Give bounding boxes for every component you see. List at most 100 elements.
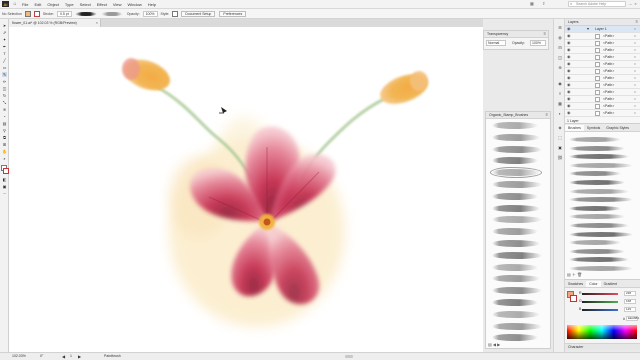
visibility-eye-icon[interactable]: ◉	[567, 82, 571, 88]
brush-sample[interactable]	[492, 157, 538, 165]
brush-sample[interactable]	[492, 299, 538, 306]
horizontal-scrollbar-thumb[interactable]	[345, 355, 353, 358]
brush-swatch[interactable]	[569, 231, 633, 237]
screen-mode-icon[interactable]: ▣	[2, 184, 7, 189]
eyedropper-icon[interactable]: ⚲	[2, 128, 7, 133]
close-window-button[interactable]: ×	[633, 1, 638, 7]
brush-swatch[interactable]	[569, 180, 625, 185]
layer-target-icon[interactable]: ○	[634, 75, 636, 81]
visibility-eye-icon[interactable]: ◉	[567, 110, 571, 116]
layer-target-icon[interactable]: ○	[634, 110, 636, 116]
delete-brush-icon[interactable]: 🗑	[577, 272, 582, 277]
libraries-icon[interactable]: ◍	[557, 35, 563, 41]
brush-sample[interactable]	[492, 287, 542, 295]
transparency-panel-icon[interactable]: ◐	[557, 111, 563, 117]
tab-color[interactable]: Color	[586, 281, 601, 287]
layer-target-icon[interactable]: ○	[634, 54, 636, 60]
channel-slider[interactable]	[582, 309, 618, 311]
brush-sample[interactable]	[492, 181, 542, 188]
brush-swatch[interactable]	[569, 266, 633, 271]
gradient-panel-icon[interactable]: ▦	[557, 101, 563, 107]
brush-sample[interactable]	[492, 263, 538, 271]
layer-target-icon[interactable]: ○	[634, 89, 636, 95]
brush-swatch[interactable]	[569, 214, 625, 220]
color-guide-icon[interactable]: ◈	[557, 125, 563, 131]
brush-swatch[interactable]	[569, 248, 625, 254]
brush-swatch[interactable]	[569, 205, 621, 211]
brush-swatch[interactable]	[569, 223, 629, 228]
libraries-menu-icon[interactable]: ▤	[488, 342, 492, 347]
more-tools-icon[interactable]: ⋯	[2, 191, 7, 196]
brush-swatch[interactable]	[569, 171, 621, 177]
brush-sample[interactable]	[492, 334, 538, 342]
scale-tool-icon[interactable]: ⤡	[2, 100, 7, 105]
brush-swatch[interactable]	[569, 154, 629, 160]
blend-tool-icon[interactable]: ⧉	[2, 135, 7, 140]
brush-sample[interactable]	[492, 228, 538, 236]
stroke-weight-field[interactable]: 0.5 pt	[56, 10, 72, 17]
document-tab[interactable]: flower_01.ai* @ 102.03 % (RGB/Preview) ×	[9, 19, 101, 27]
hand-tool-icon[interactable]: ✋	[2, 149, 7, 154]
layer-target-icon[interactable]: ○	[634, 68, 636, 74]
style-swatch[interactable]	[172, 10, 179, 17]
channel-slider[interactable]	[582, 301, 618, 303]
brush-sample[interactable]	[492, 145, 542, 153]
pencil-tool-icon[interactable]: ✏	[2, 79, 7, 84]
color-spectrum[interactable]	[567, 325, 637, 339]
brush-swatch[interactable]	[569, 240, 621, 246]
direct-selection-tool-icon[interactable]: ⇗	[2, 30, 7, 35]
layers-menu-icon[interactable]: ≡	[636, 19, 638, 25]
brush-sample[interactable]	[492, 310, 540, 318]
next-artboard-icon[interactable]: ▶	[78, 353, 81, 360]
stroke-swatch[interactable]	[33, 10, 40, 17]
character-panel-tab[interactable]: Character	[565, 343, 640, 350]
brush-sample[interactable]	[490, 167, 542, 179]
line-tool-icon[interactable]: ╱	[2, 58, 7, 63]
document-setup-button[interactable]: Document Setup	[181, 10, 216, 17]
appearance-icon[interactable]: ◉	[557, 81, 563, 87]
layer-target-icon[interactable]: ○	[634, 33, 636, 39]
layer-target-icon[interactable]: ○	[634, 82, 636, 88]
tab-symbols[interactable]: Symbols	[584, 125, 603, 131]
opacity-field[interactable]: 100%	[142, 10, 158, 17]
color-stroke-swatch[interactable]	[570, 295, 577, 302]
layer-row[interactable]: ◉ <Path> ○	[565, 47, 640, 54]
layer-target-icon[interactable]: ○	[634, 96, 636, 102]
preferences-button[interactable]: Preferences	[219, 10, 247, 17]
layer-row[interactable]: ◉ <Path> ○	[565, 103, 640, 110]
stroke-panel-icon[interactable]: ≡	[557, 91, 563, 97]
pathfinder-icon[interactable]: ◫	[557, 55, 563, 61]
menu-select[interactable]: Select	[80, 2, 91, 7]
brush-swatch[interactable]	[569, 145, 625, 151]
selection-tool-icon[interactable]: ➤	[2, 23, 7, 28]
brush-sample[interactable]	[492, 275, 540, 283]
drawing-modes-icon[interactable]: ◧	[2, 177, 7, 182]
layer-row[interactable]: ◉ <Path> ○	[565, 54, 640, 61]
artboards-icon[interactable]: ▣	[557, 145, 563, 151]
brush-definition-preview[interactable]	[74, 11, 97, 16]
brush-sample[interactable]	[492, 251, 542, 259]
new-brush-icon[interactable]: ＋	[572, 272, 576, 277]
visibility-eye-icon[interactable]: ◉	[567, 103, 571, 109]
pen-tool-icon[interactable]: ✒	[2, 44, 7, 49]
layer-row[interactable]: ◉ <Path> ○	[565, 33, 640, 40]
layer-row[interactable]: ◉ <Path> ○	[565, 75, 640, 82]
layer-row[interactable]: ◉ <Path> ○	[565, 89, 640, 96]
brush-swatch[interactable]	[569, 257, 629, 263]
home-icon[interactable]: ⌂	[12, 1, 18, 7]
menu-view[interactable]: View	[113, 2, 122, 7]
hex-input[interactable]: EEA881	[626, 316, 639, 321]
brush-sample[interactable]	[492, 204, 540, 212]
width-tool-icon[interactable]: ≋	[2, 107, 7, 112]
visibility-eye-icon[interactable]: ◉	[567, 26, 571, 32]
shape-builder-icon[interactable]: ◔	[2, 114, 7, 119]
expand-chevron-icon[interactable]: ▾	[587, 26, 589, 32]
gradient-tool-icon[interactable]: ▤	[2, 121, 7, 126]
visibility-eye-icon[interactable]: ◉	[567, 89, 571, 95]
brush-sample[interactable]	[492, 216, 542, 224]
visibility-eye-icon[interactable]: ◉	[567, 33, 571, 39]
menu-window[interactable]: Window	[127, 2, 141, 7]
channel-value[interactable]: 168	[624, 299, 636, 304]
menu-edit[interactable]: Edit	[34, 2, 41, 7]
transparency-opacity-field[interactable]: 100%	[530, 40, 546, 46]
